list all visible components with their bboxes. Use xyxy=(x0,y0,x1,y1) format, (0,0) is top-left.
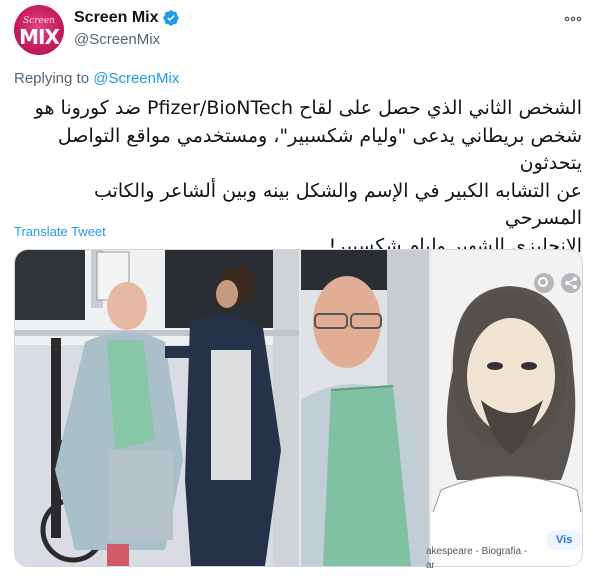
verified-badge-icon xyxy=(163,10,180,26)
display-name[interactable]: Screen Mix xyxy=(74,9,158,27)
translate-tweet-link[interactable]: Translate Tweet xyxy=(14,224,106,239)
replying-to: Replying to @ScreenMix xyxy=(14,70,179,87)
more-options-button[interactable] xyxy=(562,8,584,30)
image-caption-title: akespeare - Biografia - xyxy=(426,546,528,557)
image-caption-source: ar xyxy=(426,560,435,571)
photo-shakespeare-portrait[interactable] xyxy=(431,250,582,566)
replying-prefix: Replying to xyxy=(14,70,94,87)
handle[interactable]: @ScreenMix xyxy=(74,31,160,48)
photo-patient-with-nurse[interactable] xyxy=(15,250,299,566)
name-row: Screen Mix xyxy=(74,9,180,27)
visit-button[interactable]: Vis xyxy=(546,530,582,550)
lens-icon[interactable] xyxy=(533,272,555,294)
more-options-icon xyxy=(564,16,582,22)
avatar-logo-text: MIX xyxy=(19,25,60,49)
avatar[interactable]: Screen MIX xyxy=(14,5,64,55)
photo-patient-closeup[interactable] xyxy=(301,250,429,566)
tweet-media[interactable] xyxy=(14,249,583,567)
share-icon[interactable] xyxy=(560,272,582,294)
reply-mention-link[interactable]: @ScreenMix xyxy=(93,70,179,87)
